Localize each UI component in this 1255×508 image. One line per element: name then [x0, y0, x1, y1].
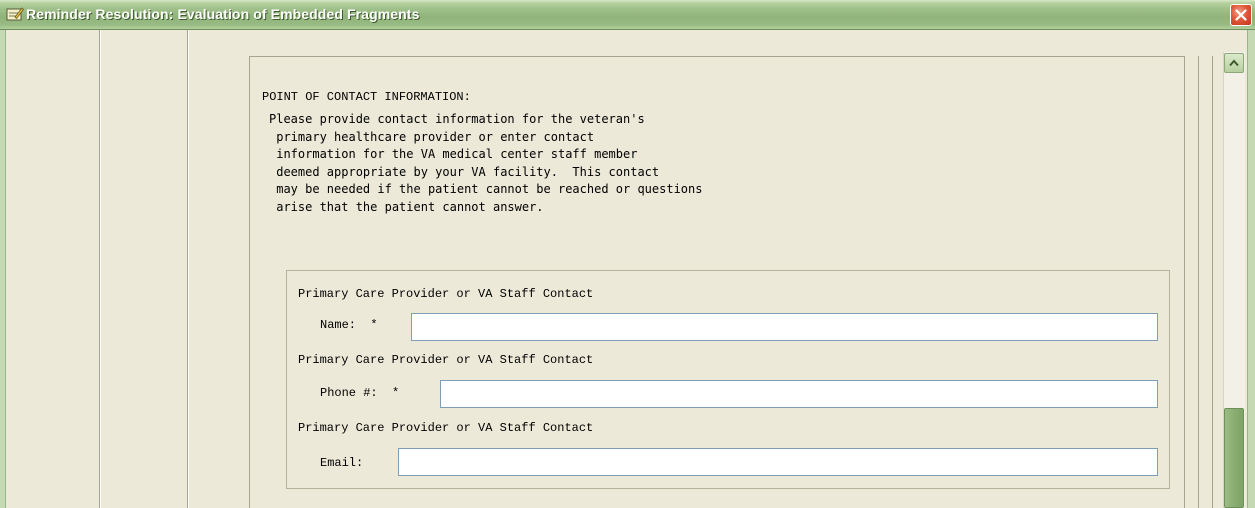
scroll-up-arrow-icon	[1229, 59, 1239, 67]
right-frame-divider	[1198, 56, 1199, 508]
phone-field-caption: Primary Care Provider or VA Staff Contac…	[298, 353, 594, 367]
scrollbar-thumb[interactable]	[1224, 408, 1244, 508]
right-frame-divider	[1184, 56, 1185, 508]
email-field-label: Email:	[320, 456, 364, 470]
email-input[interactable]	[398, 448, 1158, 476]
tree-column-divider-highlight	[188, 30, 189, 508]
close-icon	[1235, 9, 1247, 21]
section-title: POINT OF CONTACT INFORMATION:	[262, 90, 471, 104]
dialog-window: Reminder Resolution: Evaluation of Embed…	[0, 0, 1255, 508]
window-left-border	[0, 30, 6, 508]
title-bar[interactable]: Reminder Resolution: Evaluation of Embed…	[0, 0, 1255, 30]
notepad-pencil-icon	[6, 6, 25, 22]
name-field-caption: Primary Care Provider or VA Staff Contac…	[298, 287, 594, 301]
right-frame-divider	[1212, 56, 1213, 508]
phone-field-label: Phone #: *	[320, 386, 400, 400]
window-title: Reminder Resolution: Evaluation of Embed…	[26, 6, 420, 22]
scroll-up-button[interactable]	[1224, 53, 1244, 73]
tree-column-divider-highlight	[100, 30, 101, 508]
name-input[interactable]	[411, 313, 1158, 341]
close-button[interactable]	[1230, 4, 1252, 26]
window-right-border	[1247, 30, 1255, 508]
email-field-caption: Primary Care Provider or VA Staff Contac…	[298, 421, 594, 435]
phone-input[interactable]	[440, 380, 1158, 408]
section-description: Please provide contact information for t…	[269, 112, 703, 214]
name-field-label: Name: *	[320, 318, 378, 332]
